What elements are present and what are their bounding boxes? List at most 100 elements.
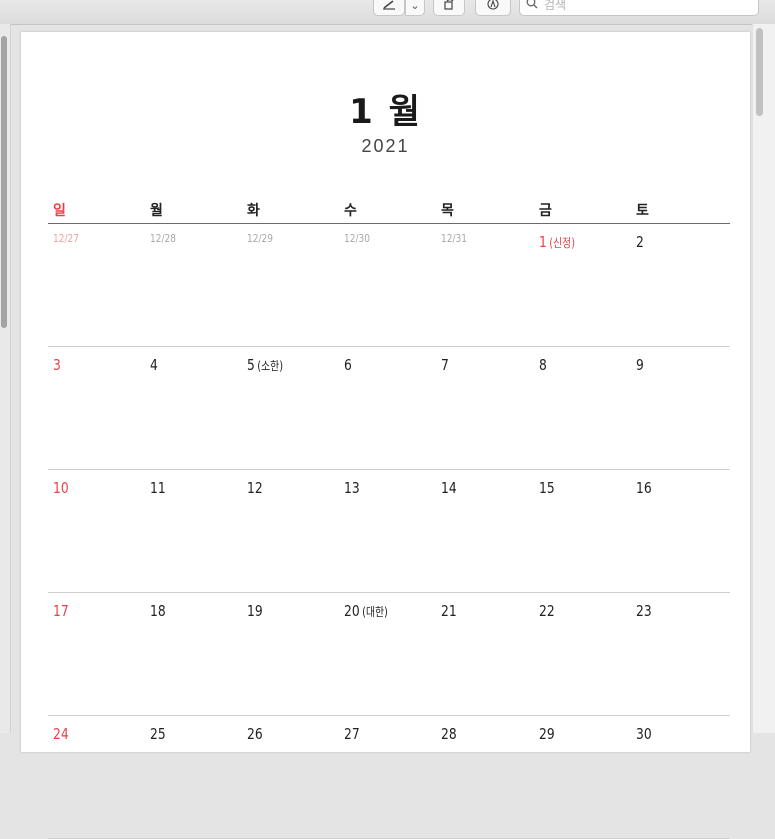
day-cell[interactable]: 27 bbox=[344, 725, 360, 743]
day-number: 3 bbox=[53, 356, 61, 374]
day-number: 24 bbox=[53, 725, 69, 743]
rotate-button[interactable] bbox=[433, 0, 465, 16]
day-number: 12/29 bbox=[247, 232, 273, 245]
week-row: 3 4 5 (소한) 6 7 8 9 bbox=[48, 347, 730, 470]
month-title: 1 월 bbox=[349, 92, 422, 132]
weekday-header: 일 bbox=[53, 203, 66, 219]
day-note: (신정) bbox=[549, 236, 576, 250]
day-cell[interactable]: 30 bbox=[636, 725, 652, 743]
day-number: 15 bbox=[539, 479, 555, 497]
weekday-header: 금 bbox=[539, 203, 552, 219]
search-input[interactable] bbox=[542, 0, 746, 13]
day-number: 6 bbox=[344, 356, 352, 374]
day-cell[interactable]: 3 bbox=[53, 356, 61, 374]
annotate-button[interactable] bbox=[475, 0, 511, 16]
day-cell[interactable]: 12 bbox=[247, 479, 263, 497]
day-cell[interactable]: 12/28 bbox=[150, 232, 176, 245]
pen-options-dropdown[interactable]: ⌄ bbox=[405, 0, 425, 16]
day-cell[interactable]: 10 bbox=[53, 479, 69, 497]
day-number: 2 bbox=[636, 233, 644, 251]
day-number: 4 bbox=[150, 356, 158, 374]
day-number: 5 bbox=[247, 356, 255, 374]
year-label: 2021 bbox=[361, 136, 410, 156]
weekday-header: 월 bbox=[150, 203, 163, 219]
weekday-header: 수 bbox=[344, 203, 357, 219]
day-number: 28 bbox=[441, 725, 457, 743]
week-row: 17 18 19 20 (대한) 21 22 23 bbox=[48, 593, 730, 716]
day-cell[interactable]: 21 bbox=[441, 602, 457, 620]
weekday-header-row: 일월화수목금토 bbox=[48, 197, 730, 224]
sidebar-scrollbar[interactable] bbox=[0, 24, 11, 733]
rotate-icon bbox=[442, 0, 456, 13]
day-number: 1 bbox=[539, 233, 547, 251]
day-number: 20 bbox=[344, 602, 360, 620]
day-number: 11 bbox=[150, 479, 166, 497]
day-cell[interactable]: 5 (소한) bbox=[247, 356, 283, 374]
day-number: 16 bbox=[636, 479, 652, 497]
day-cell[interactable]: 23 bbox=[636, 602, 652, 620]
day-number: 26 bbox=[247, 725, 263, 743]
day-cell[interactable]: 12/27 bbox=[53, 232, 79, 245]
day-cell[interactable]: 11 bbox=[150, 479, 166, 497]
day-cell[interactable]: 24 bbox=[53, 725, 69, 743]
day-number: 23 bbox=[636, 602, 652, 620]
weekday-header: 목 bbox=[441, 203, 454, 219]
annotate-icon bbox=[486, 0, 500, 13]
toolbar: ⌄ bbox=[0, 0, 775, 25]
document-scrollbar-thumb[interactable] bbox=[756, 28, 763, 116]
day-number: 12/28 bbox=[150, 232, 176, 245]
day-number: 18 bbox=[150, 602, 166, 620]
weekday-header: 토 bbox=[636, 203, 649, 219]
day-cell[interactable]: 12/31 bbox=[441, 232, 467, 245]
day-number: 10 bbox=[53, 479, 69, 497]
day-cell[interactable]: 8 bbox=[539, 356, 547, 374]
day-cell[interactable]: 4 bbox=[150, 356, 158, 374]
day-cell[interactable]: 12/29 bbox=[247, 232, 273, 245]
day-number: 19 bbox=[247, 602, 263, 620]
day-number: 21 bbox=[441, 602, 457, 620]
search-field[interactable] bbox=[519, 0, 759, 16]
day-number: 30 bbox=[636, 725, 652, 743]
day-cell[interactable]: 28 bbox=[441, 725, 457, 743]
search-icon bbox=[526, 0, 538, 14]
day-number: 9 bbox=[636, 356, 644, 374]
day-cell[interactable]: 9 bbox=[636, 356, 644, 374]
day-cell[interactable]: 1 (신정) bbox=[539, 233, 575, 251]
day-cell[interactable]: 7 bbox=[441, 356, 449, 374]
sidebar-scrollbar-thumb[interactable] bbox=[1, 36, 7, 328]
day-number: 12/30 bbox=[344, 232, 370, 245]
day-cell[interactable]: 19 bbox=[247, 602, 263, 620]
day-number: 12 bbox=[247, 479, 263, 497]
day-number: 14 bbox=[441, 479, 457, 497]
day-note: (대한) bbox=[362, 605, 388, 619]
day-cell[interactable]: 20 (대한) bbox=[344, 602, 388, 620]
day-cell[interactable]: 12/30 bbox=[344, 232, 370, 245]
day-number: 8 bbox=[539, 356, 547, 374]
day-number: 27 bbox=[344, 725, 360, 743]
day-cell[interactable]: 26 bbox=[247, 725, 263, 743]
pen-icon bbox=[381, 0, 397, 13]
day-cell[interactable]: 16 bbox=[636, 479, 652, 497]
week-row: 24 25 26 27 28 29 30 bbox=[48, 716, 730, 839]
weekday-header: 화 bbox=[247, 203, 260, 219]
day-cell[interactable]: 29 bbox=[539, 725, 555, 743]
day-cell[interactable]: 25 bbox=[150, 725, 166, 743]
day-cell[interactable]: 2 bbox=[636, 233, 644, 251]
week-row: 12/27 12/28 12/29 12/30 12/31 1 (신정) 2 bbox=[48, 224, 730, 347]
day-note: (소한) bbox=[257, 359, 284, 373]
day-cell[interactable]: 15 bbox=[539, 479, 555, 497]
day-cell[interactable]: 13 bbox=[344, 479, 360, 497]
chevron-down-icon: ⌄ bbox=[410, 0, 420, 12]
day-cell[interactable]: 6 bbox=[344, 356, 352, 374]
day-number: 29 bbox=[539, 725, 555, 743]
day-cell[interactable]: 14 bbox=[441, 479, 457, 497]
day-number: 12/27 bbox=[53, 232, 79, 245]
day-cell[interactable]: 18 bbox=[150, 602, 166, 620]
day-number: 17 bbox=[53, 602, 69, 620]
markup-pen-button[interactable] bbox=[373, 0, 405, 16]
calendar-grid: 일월화수목금토 12/27 12/28 12/29 12/30 12/31 1 (신정) 2 3… bbox=[48, 197, 730, 839]
day-cell[interactable]: 22 bbox=[539, 602, 555, 620]
day-number: 7 bbox=[441, 356, 449, 374]
document-scrollbar[interactable] bbox=[752, 24, 775, 733]
day-cell[interactable]: 17 bbox=[53, 602, 69, 620]
